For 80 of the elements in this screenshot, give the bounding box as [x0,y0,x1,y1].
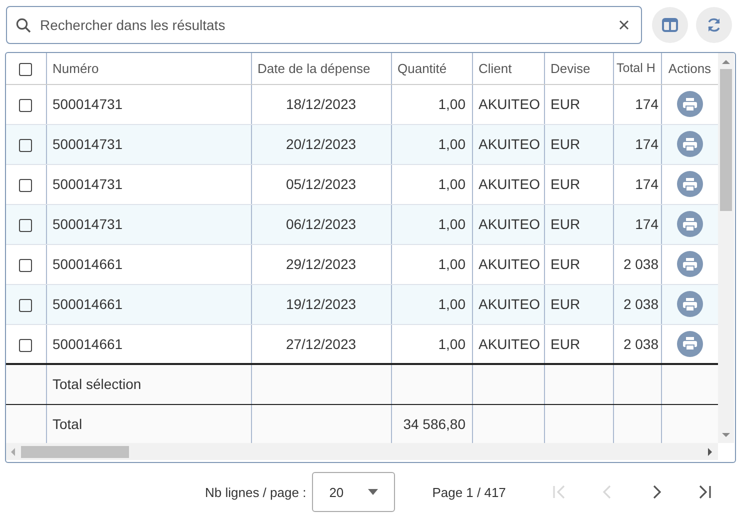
table-cell: 500014661 [46,244,251,284]
column-header[interactable]: Total H [613,53,661,84]
total-label: Total [46,404,251,443]
columns-icon [662,18,678,32]
columns-button[interactable] [652,7,688,43]
table-cell: AKUITEO [472,84,544,124]
printer-icon [682,298,697,310]
table-cell: EUR [544,204,613,244]
table-cell: 174 [613,204,661,244]
table-cell: 174 [613,124,661,164]
refresh-button[interactable] [696,7,732,43]
checkbox[interactable] [19,178,32,192]
table-cell: EUR [544,124,613,164]
checkbox[interactable] [19,298,32,312]
total-value: 34 586,80 [391,404,472,443]
column-header[interactable]: Quantité [391,53,472,84]
table-cell: AKUITEO [472,204,544,244]
checkbox[interactable] [19,138,32,152]
table-cell: 2 038 [613,284,661,324]
checkbox[interactable] [19,62,32,76]
table-cell: EUR [544,84,613,124]
table-cell: EUR [544,244,613,284]
printer-icon [682,138,697,150]
refresh-icon [706,17,722,33]
close-icon[interactable] [619,20,629,30]
table-cell: 174 [613,84,661,124]
printer-icon [682,337,697,350]
column-header[interactable]: Client [472,53,544,84]
table-cell: AKUITEO [472,164,544,204]
checkbox[interactable] [19,98,32,112]
printer-icon [682,98,697,110]
print-button[interactable] [676,251,703,277]
total-label: Total sélection [46,364,251,404]
printer-icon [682,178,697,190]
printer-icon [682,258,697,270]
column-header[interactable]: Numéro [46,53,251,84]
table-cell: 500014731 [46,124,251,164]
table-cell: 19/12/2023 [251,284,391,324]
print-button[interactable] [676,330,703,357]
table-cell: 500014731 [46,84,251,124]
column-header[interactable]: Devise [544,53,613,84]
checkbox[interactable] [19,338,32,352]
table-cell: AKUITEO [472,244,544,284]
horizontal-scrollbar[interactable] [6,443,718,460]
print-button[interactable] [676,131,703,157]
table-cell: AKUITEO [472,124,544,164]
column-header[interactable]: Date de la dépense [251,53,391,84]
table-cell: AKUITEO [472,284,544,324]
checkbox[interactable] [19,218,32,232]
page-indicator: Page 1 / 417 [432,484,506,500]
vertical-scrollbar[interactable] [718,53,734,443]
table-cell: 18/12/2023 [251,84,391,124]
table-cell: 06/12/2023 [251,204,391,244]
table-cell: 1,00 [391,84,472,124]
table-cell: 2 038 [613,244,661,284]
table-cell: 174 [613,164,661,204]
print-button[interactable] [676,291,703,317]
table-cell: 20/12/2023 [251,124,391,164]
print-button[interactable] [676,211,703,237]
checkbox[interactable] [19,258,32,272]
printer-icon [682,218,697,230]
caret-icon [368,489,378,495]
table-cell: 500014731 [46,204,251,244]
print-button[interactable] [676,91,703,117]
print-button[interactable] [676,171,703,197]
search-icon [16,18,31,33]
table-cell: 500014731 [46,164,251,204]
table-cell: 29/12/2023 [251,244,391,284]
table-cell: 1,00 [391,244,472,284]
rows-per-page-label: Nb lignes / page : [205,484,306,500]
table-cell: 1,00 [391,164,472,204]
table-cell: EUR [544,284,613,324]
table-cell: EUR [544,164,613,204]
table-cell: 05/12/2023 [251,164,391,204]
table-cell: 1,00 [391,284,472,324]
page-size-select[interactable]: 20 [312,472,396,512]
table-cell: 1,00 [391,204,472,244]
search-field[interactable]: Rechercher dans les résultats [6,6,642,44]
table-cell: 500014661 [46,284,251,324]
table-cell: 1,00 [391,124,472,164]
